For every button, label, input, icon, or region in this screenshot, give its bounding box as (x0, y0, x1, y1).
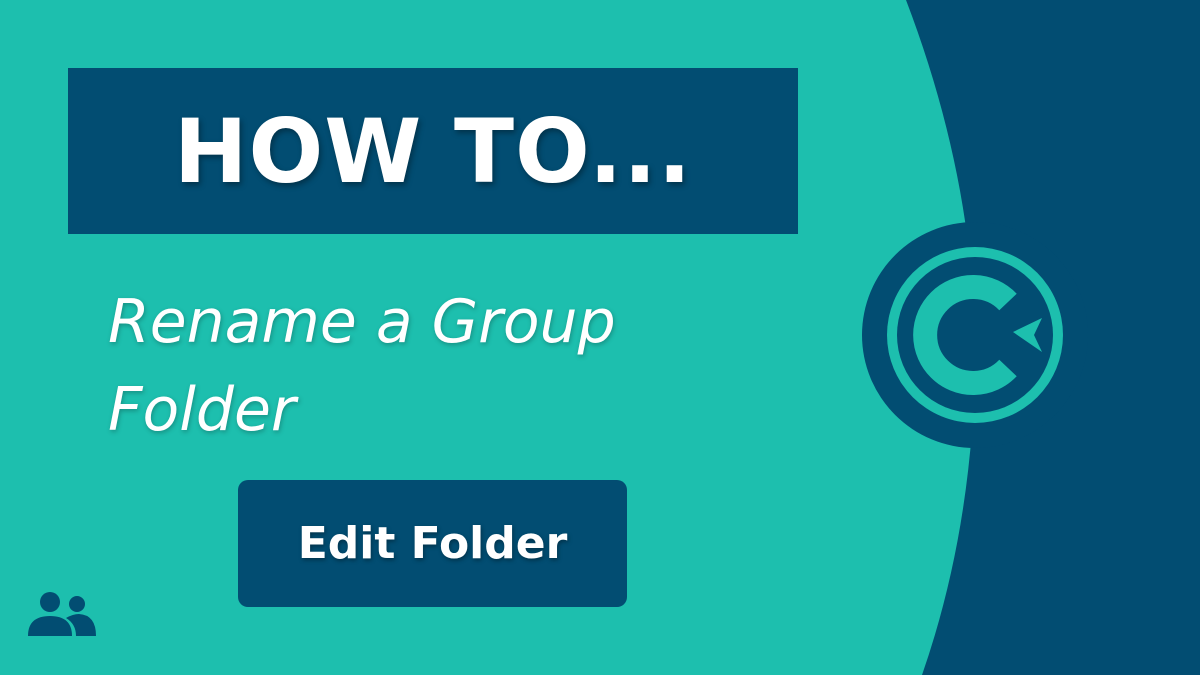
headline-text: HOW TO... (173, 99, 693, 203)
headline-banner: HOW TO... (68, 68, 798, 234)
subtitle: Rename a Group Folder (108, 278, 808, 454)
group-icon (28, 592, 96, 636)
edit-folder-button[interactable]: Edit Folder (238, 480, 627, 607)
subtitle-line-2: Folder (108, 375, 296, 445)
brand-logo-icon (862, 222, 1088, 448)
subtitle-line-1: Rename a Group (108, 287, 616, 357)
